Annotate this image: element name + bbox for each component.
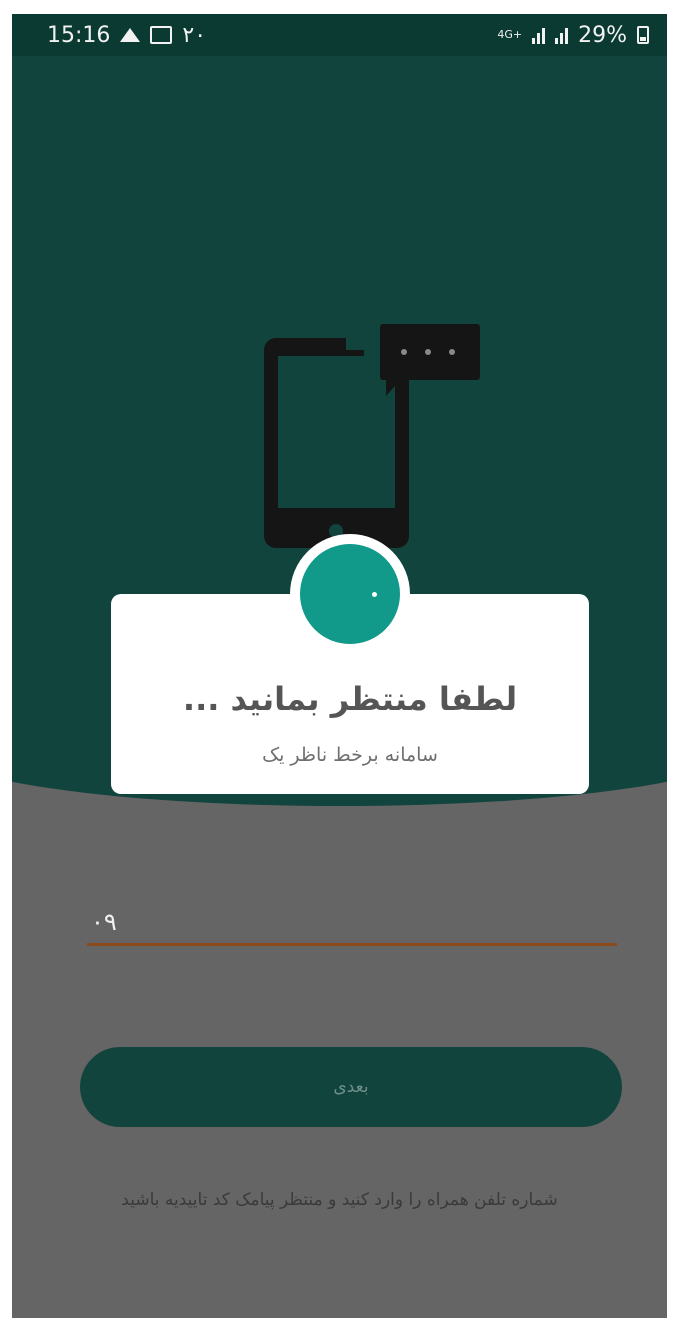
instruction-text: شماره تلفن همراه را وارد کنید و منتظر پی… xyxy=(121,1190,558,1210)
dialog-subtitle: سامانه برخط ناظر یک xyxy=(262,744,438,766)
dialog-title: لطفا منتظر بمانید ... xyxy=(182,680,518,718)
signal-icon xyxy=(532,26,546,44)
status-bar: 15:16 ۲۰ 4G+ 29% xyxy=(12,14,667,56)
spinner-dot xyxy=(372,592,377,597)
spinner-icon xyxy=(290,534,410,654)
home-icon xyxy=(120,28,141,42)
app-screen: 15:16 ۲۰ 4G+ 29% لطفا منتظر بمانید ... س… xyxy=(12,14,667,1318)
status-left: 15:16 ۲۰ xyxy=(47,23,206,48)
status-time: 15:16 xyxy=(47,22,111,48)
battery-percent: 29% xyxy=(578,22,627,48)
photo-icon xyxy=(150,26,173,44)
next-button[interactable]: بعدی xyxy=(80,1047,622,1127)
signal-icon-2 xyxy=(555,26,569,44)
notification-count: ۲۰ xyxy=(182,22,207,48)
network-badge: 4G+ xyxy=(497,28,523,41)
phone-number-input[interactable] xyxy=(87,900,617,946)
battery-icon xyxy=(637,26,649,44)
phone-message-icon xyxy=(264,324,480,548)
spinner-circle xyxy=(300,544,400,644)
status-right: 4G+ 29% xyxy=(497,23,649,48)
